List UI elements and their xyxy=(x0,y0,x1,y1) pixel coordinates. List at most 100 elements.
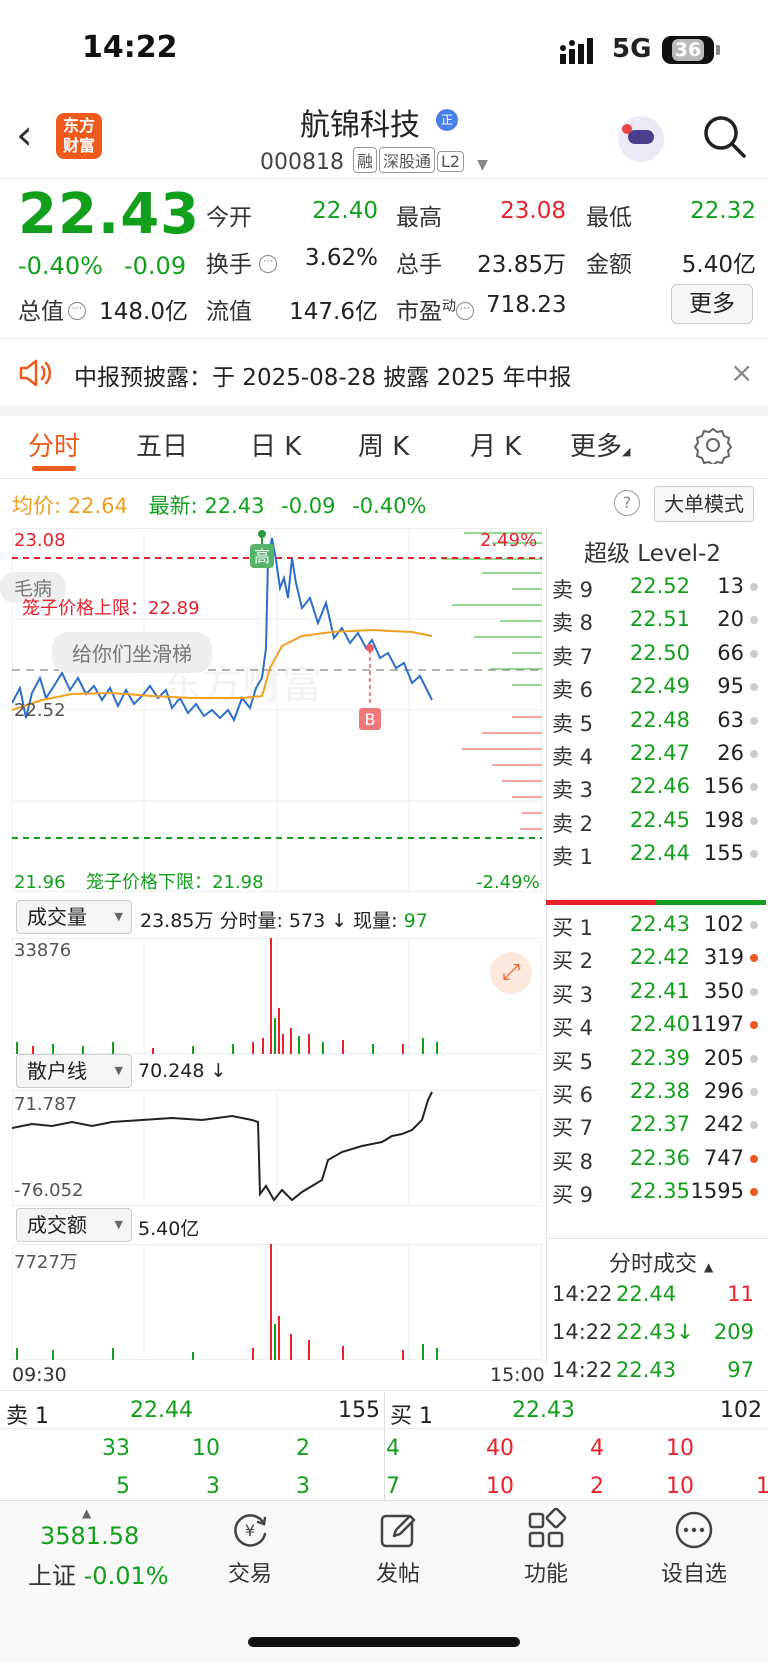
ask-row-5[interactable]: 卖 5 22.48 63 xyxy=(552,704,760,738)
signal-icon xyxy=(560,38,593,64)
nav-trade[interactable]: ¥ 交易 xyxy=(200,1508,300,1588)
level2-tag: L2 xyxy=(437,151,465,172)
assistant-robot-icon[interactable] xyxy=(618,116,664,162)
ask-row-7[interactable]: 卖 3 22.46 156 xyxy=(552,770,760,804)
bid-level-label: 买 7 xyxy=(552,1116,594,1141)
bid-row-1[interactable]: 买 1 22.43 102 xyxy=(552,908,760,942)
index-value[interactable]: 3581.58 xyxy=(40,1522,139,1550)
ask-level-label: 卖 1 xyxy=(552,845,594,870)
amount-indicator-select[interactable]: 成交额 xyxy=(16,1208,132,1242)
comment-bubble[interactable]: 给你们坐滑梯 xyxy=(52,632,212,673)
volume-chart xyxy=(12,938,542,1054)
tab-intraday[interactable]: 分时 xyxy=(28,426,80,463)
bid-row-9[interactable]: 买 9 22.35 1595 xyxy=(552,1175,760,1209)
ask-level-label: 卖 7 xyxy=(552,644,594,669)
expand-icon[interactable]: ⤢ xyxy=(490,952,532,994)
bid-row-2[interactable]: 买 2 22.42 319 xyxy=(552,941,760,975)
bid-row-4[interactable]: 买 4 22.40 1197 xyxy=(552,1008,760,1042)
gear-icon[interactable] xyxy=(694,426,732,464)
order-dot-icon xyxy=(750,783,758,792)
ask-row-8[interactable]: 卖 2 22.45 198 xyxy=(552,804,760,838)
ask-volume: 13 xyxy=(717,574,744,598)
order-dot-icon xyxy=(750,616,758,625)
nav-add-watchlist[interactable]: 设自选 xyxy=(644,1508,744,1588)
notice-bar[interactable]: 中报预披露：于 2025-08-28 披露 2025 年中报 × xyxy=(0,340,768,406)
amount-value: 5.40亿 xyxy=(138,1218,200,1240)
bid-row-6[interactable]: 买 6 22.38 296 xyxy=(552,1075,760,1109)
ask-price: 22.47 xyxy=(629,741,690,765)
ask-level-label: 卖 6 xyxy=(552,678,594,703)
cage-lower-label: 笼子价格下限：21.98 xyxy=(86,872,264,893)
tab-weekly-k[interactable]: 周 K xyxy=(358,426,409,463)
bid-row-8[interactable]: 买 8 22.36 747 xyxy=(552,1142,760,1176)
chart-high-label: 23.08 xyxy=(14,530,66,551)
tab-more[interactable]: 更多◢ xyxy=(570,426,630,463)
trade-ticks-title[interactable]: 分时成交 ▲ xyxy=(609,1246,713,1278)
ask-price: 22.52 xyxy=(629,574,690,598)
ask-row-9[interactable]: 卖 1 22.44 155 xyxy=(552,837,760,871)
volume-indicator-select[interactable]: 成交量 xyxy=(16,900,132,934)
pe-label[interactable]: 市盈动 ⋯ xyxy=(396,292,474,326)
intraday-price-chart[interactable]: 东方财富 高 B xyxy=(12,528,542,892)
retail-indicator-select[interactable]: 散户线 xyxy=(16,1054,132,1088)
nav-function[interactable]: 功能 xyxy=(496,1508,596,1588)
ask-price: 22.44 xyxy=(629,841,690,866)
float-label: 流值 xyxy=(206,299,252,325)
bid-volume: 296 xyxy=(703,1079,744,1103)
tab-daily-k[interactable]: 日 K xyxy=(250,426,301,463)
bid-price: 22.41 xyxy=(629,978,690,1003)
orderbook-title: 超级 Level-2 xyxy=(584,541,721,567)
close-icon[interactable]: × xyxy=(730,356,753,389)
nav-post[interactable]: 发帖 xyxy=(348,1508,448,1588)
tab-monthly-k[interactable]: 月 K xyxy=(470,426,521,463)
cage-upper-label: 笼子价格上限：22.89 xyxy=(22,598,200,619)
ask-row-1[interactable]: 卖 9 22.52 13 xyxy=(552,570,760,604)
chart-low-label: 21.96 xyxy=(14,872,66,893)
bid-row-5[interactable]: 买 5 22.39 205 xyxy=(552,1042,760,1076)
ask-price: 22.49 xyxy=(629,674,690,699)
ask-level-label: 卖 8 xyxy=(552,611,594,636)
queue-volume: 10 xyxy=(192,1436,220,1461)
big-order-mode-button[interactable]: 大单模式 xyxy=(654,486,754,522)
bid-volume: 350 xyxy=(703,978,744,1003)
info-dots-icon: ⋯ xyxy=(68,302,86,320)
bid-level-label: 买 1 xyxy=(552,916,594,940)
network-type: 5G xyxy=(612,34,652,64)
order-dot-icon xyxy=(750,816,758,825)
intraday-info: 均价: 22.64 最新: 22.43 -0.09 -0.40% xyxy=(12,494,427,518)
bid-level-label: 买 8 xyxy=(552,1149,594,1174)
ask-volume: 156 xyxy=(703,774,744,799)
turnover-label[interactable]: 换手 ⋯ xyxy=(206,245,278,279)
ask-price: 22.46 xyxy=(629,774,690,799)
ask-price: 22.48 xyxy=(629,707,690,732)
more-button[interactable]: 更多 xyxy=(671,284,753,324)
more-circle-icon xyxy=(675,1511,713,1549)
stock-code-row[interactable]: 000818 融深股通 L2 ▼ xyxy=(260,147,488,175)
ask-row-6[interactable]: 卖 4 22.47 26 xyxy=(552,737,760,771)
ask-row-2[interactable]: 卖 8 22.51 20 xyxy=(552,603,760,637)
search-icon[interactable] xyxy=(700,112,748,160)
back-icon[interactable]: ‹ xyxy=(16,113,33,157)
time-start-label: 09:30 xyxy=(12,1364,67,1386)
ask-volume: 20 xyxy=(717,607,744,632)
mktcap-label[interactable]: 总值 ⋯ xyxy=(18,292,86,326)
bid-row-7[interactable]: 买 7 22.37 242 xyxy=(552,1108,760,1142)
home-indicator xyxy=(248,1637,520,1647)
ask-row-4[interactable]: 卖 6 22.49 95 xyxy=(552,670,760,704)
bid-volume: 1595 xyxy=(690,1179,744,1204)
stock-name: 航锦科技 xyxy=(300,108,420,143)
mktcap-value: 148.0亿 xyxy=(99,299,188,325)
bid-price: 22.43 xyxy=(629,912,690,936)
tick-time: 14:22 xyxy=(552,1282,613,1306)
ask-row-3[interactable]: 卖 7 22.50 66 xyxy=(552,637,760,671)
chevron-down-icon[interactable]: ▼ xyxy=(477,157,488,173)
buy-marker-label: B xyxy=(365,710,376,729)
tab-five-day[interactable]: 五日 xyxy=(136,426,188,463)
help-icon[interactable]: ? xyxy=(614,490,640,516)
bid-row-3[interactable]: 买 3 22.41 350 xyxy=(552,975,760,1009)
index-change[interactable]: 上证 -0.01% xyxy=(28,1556,169,1591)
last-price: 22.43 xyxy=(18,182,201,247)
chart-low-pct: -2.49% xyxy=(476,872,540,893)
tick-price: 22.43 xyxy=(616,1358,677,1382)
queue-volume: 9 xyxy=(694,1436,768,1461)
